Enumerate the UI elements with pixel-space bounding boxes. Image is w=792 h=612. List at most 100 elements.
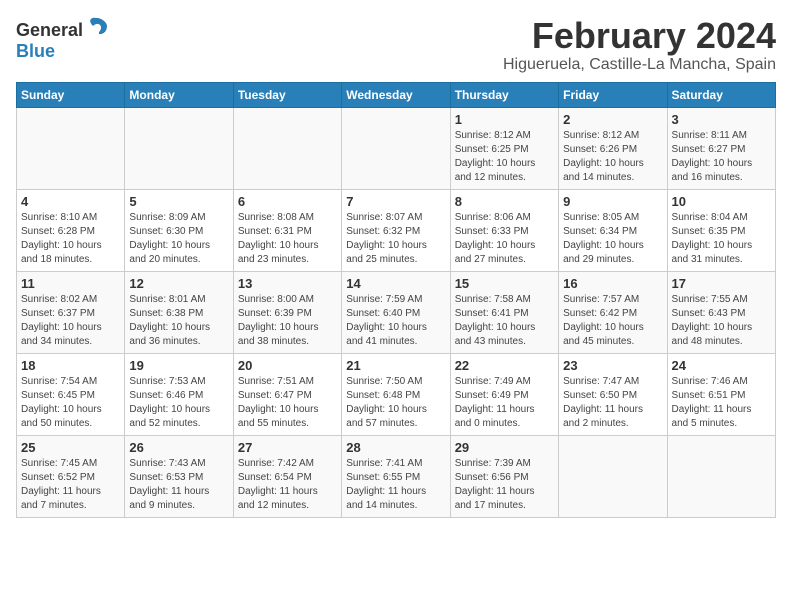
cell-info: Sunrise: 7:58 AM Sunset: 6:41 PM Dayligh… <box>455 293 554 349</box>
calendar-cell: 21 Sunrise: 7:50 AM Sunset: 6:48 PM Dayli… <box>342 353 450 435</box>
calendar-cell: 2 Sunrise: 8:12 AM Sunset: 6:26 PM Daylig… <box>559 107 667 189</box>
day-number: 18 <box>21 358 120 373</box>
header-day-friday: Friday <box>559 82 667 107</box>
calendar-cell <box>125 107 233 189</box>
calendar-cell: 27 Sunrise: 7:42 AM Sunset: 6:54 PM Dayli… <box>233 435 341 517</box>
cell-info: Sunrise: 7:54 AM Sunset: 6:45 PM Dayligh… <box>21 375 120 431</box>
day-number: 22 <box>455 358 554 373</box>
calendar-cell: 7 Sunrise: 8:07 AM Sunset: 6:32 PM Daylig… <box>342 189 450 271</box>
header-day-monday: Monday <box>125 82 233 107</box>
day-number: 14 <box>346 276 445 291</box>
cell-info: Sunrise: 7:47 AM Sunset: 6:50 PM Dayligh… <box>563 375 662 431</box>
calendar-week-row: 4 Sunrise: 8:10 AM Sunset: 6:28 PM Daylig… <box>17 189 776 271</box>
header-day-sunday: Sunday <box>17 82 125 107</box>
day-number: 13 <box>238 276 337 291</box>
header-day-wednesday: Wednesday <box>342 82 450 107</box>
calendar-cell: 22 Sunrise: 7:49 AM Sunset: 6:49 PM Dayli… <box>450 353 558 435</box>
calendar-week-row: 25 Sunrise: 7:45 AM Sunset: 6:52 PM Dayli… <box>17 435 776 517</box>
day-number: 16 <box>563 276 662 291</box>
day-number: 4 <box>21 194 120 209</box>
day-number: 20 <box>238 358 337 373</box>
day-number: 24 <box>672 358 771 373</box>
cell-info: Sunrise: 7:43 AM Sunset: 6:53 PM Dayligh… <box>129 457 228 513</box>
calendar-cell <box>17 107 125 189</box>
day-number: 11 <box>21 276 120 291</box>
calendar-cell: 12 Sunrise: 8:01 AM Sunset: 6:38 PM Dayli… <box>125 271 233 353</box>
cell-info: Sunrise: 8:02 AM Sunset: 6:37 PM Dayligh… <box>21 293 120 349</box>
header: General Blue February 2024 Higueruela, C… <box>16 16 776 74</box>
cell-info: Sunrise: 8:06 AM Sunset: 6:33 PM Dayligh… <box>455 211 554 267</box>
day-number: 7 <box>346 194 445 209</box>
cell-info: Sunrise: 7:42 AM Sunset: 6:54 PM Dayligh… <box>238 457 337 513</box>
calendar-cell <box>559 435 667 517</box>
cell-info: Sunrise: 7:39 AM Sunset: 6:56 PM Dayligh… <box>455 457 554 513</box>
logo-general: General <box>16 20 83 40</box>
calendar-cell: 14Sunrise: 7:59 AM Sunset: 6:40 PM Dayli… <box>342 271 450 353</box>
cell-info: Sunrise: 8:09 AM Sunset: 6:30 PM Dayligh… <box>129 211 228 267</box>
calendar-cell: 18 Sunrise: 7:54 AM Sunset: 6:45 PM Dayli… <box>17 353 125 435</box>
calendar-cell: 28Sunrise: 7:41 AM Sunset: 6:55 PM Dayli… <box>342 435 450 517</box>
day-number: 12 <box>129 276 228 291</box>
calendar-cell: 11 Sunrise: 8:02 AM Sunset: 6:37 PM Dayli… <box>17 271 125 353</box>
calendar-cell: 23 Sunrise: 7:47 AM Sunset: 6:50 PM Dayli… <box>559 353 667 435</box>
cell-info: Sunrise: 8:00 AM Sunset: 6:39 PM Dayligh… <box>238 293 337 349</box>
day-number: 1 <box>455 112 554 127</box>
calendar-cell: 9Sunrise: 8:05 AM Sunset: 6:34 PM Daylig… <box>559 189 667 271</box>
day-number: 2 <box>563 112 662 127</box>
cell-info: Sunrise: 8:12 AM Sunset: 6:25 PM Dayligh… <box>455 129 554 185</box>
logo-text: General Blue <box>16 16 109 62</box>
cell-info: Sunrise: 7:46 AM Sunset: 6:51 PM Dayligh… <box>672 375 771 431</box>
calendar-cell: 13 Sunrise: 8:00 AM Sunset: 6:39 PM Dayli… <box>233 271 341 353</box>
calendar-cell: 3 Sunrise: 8:11 AM Sunset: 6:27 PM Daylig… <box>667 107 775 189</box>
day-number: 25 <box>21 440 120 455</box>
day-number: 8 <box>455 194 554 209</box>
cell-info: Sunrise: 7:50 AM Sunset: 6:48 PM Dayligh… <box>346 375 445 431</box>
cell-info: Sunrise: 8:05 AM Sunset: 6:34 PM Dayligh… <box>563 211 662 267</box>
cell-info: Sunrise: 8:10 AM Sunset: 6:28 PM Dayligh… <box>21 211 120 267</box>
cell-info: Sunrise: 7:45 AM Sunset: 6:52 PM Dayligh… <box>21 457 120 513</box>
calendar-cell: 26 Sunrise: 7:43 AM Sunset: 6:53 PM Dayli… <box>125 435 233 517</box>
cell-info: Sunrise: 8:07 AM Sunset: 6:32 PM Dayligh… <box>346 211 445 267</box>
month-title: February 2024 <box>503 16 776 56</box>
calendar-week-row: 11 Sunrise: 8:02 AM Sunset: 6:37 PM Dayli… <box>17 271 776 353</box>
title-area: February 2024 Higueruela, Castille-La Ma… <box>503 16 776 74</box>
calendar-cell <box>233 107 341 189</box>
day-number: 3 <box>672 112 771 127</box>
calendar-week-row: 1 Sunrise: 8:12 AM Sunset: 6:25 PM Daylig… <box>17 107 776 189</box>
day-number: 19 <box>129 358 228 373</box>
cell-info: Sunrise: 7:49 AM Sunset: 6:49 PM Dayligh… <box>455 375 554 431</box>
calendar-week-row: 18 Sunrise: 7:54 AM Sunset: 6:45 PM Dayli… <box>17 353 776 435</box>
header-day-tuesday: Tuesday <box>233 82 341 107</box>
day-number: 28 <box>346 440 445 455</box>
calendar-cell: 16 Sunrise: 7:57 AM Sunset: 6:42 PM Dayli… <box>559 271 667 353</box>
cell-info: Sunrise: 7:55 AM Sunset: 6:43 PM Dayligh… <box>672 293 771 349</box>
calendar-cell: 24 Sunrise: 7:46 AM Sunset: 6:51 PM Dayli… <box>667 353 775 435</box>
day-number: 5 <box>129 194 228 209</box>
day-number: 6 <box>238 194 337 209</box>
day-number: 23 <box>563 358 662 373</box>
cell-info: Sunrise: 8:08 AM Sunset: 6:31 PM Dayligh… <box>238 211 337 267</box>
cell-info: Sunrise: 7:51 AM Sunset: 6:47 PM Dayligh… <box>238 375 337 431</box>
calendar-cell: 25 Sunrise: 7:45 AM Sunset: 6:52 PM Dayli… <box>17 435 125 517</box>
calendar-cell: 17 Sunrise: 7:55 AM Sunset: 6:43 PM Dayli… <box>667 271 775 353</box>
cell-info: Sunrise: 8:11 AM Sunset: 6:27 PM Dayligh… <box>672 129 771 185</box>
calendar-cell: 4 Sunrise: 8:10 AM Sunset: 6:28 PM Daylig… <box>17 189 125 271</box>
calendar-header-row: SundayMondayTuesdayWednesdayThursdayFrid… <box>17 82 776 107</box>
day-number: 26 <box>129 440 228 455</box>
header-day-thursday: Thursday <box>450 82 558 107</box>
calendar-cell <box>667 435 775 517</box>
location-title: Higueruela, Castille-La Mancha, Spain <box>503 56 776 74</box>
logo-blue: Blue <box>16 41 55 61</box>
day-number: 27 <box>238 440 337 455</box>
day-number: 17 <box>672 276 771 291</box>
calendar-cell: 20 Sunrise: 7:51 AM Sunset: 6:47 PM Dayli… <box>233 353 341 435</box>
day-number: 29 <box>455 440 554 455</box>
calendar-cell: 19Sunrise: 7:53 AM Sunset: 6:46 PM Dayli… <box>125 353 233 435</box>
logo: General Blue <box>16 16 109 62</box>
cell-info: Sunrise: 8:12 AM Sunset: 6:26 PM Dayligh… <box>563 129 662 185</box>
cell-info: Sunrise: 8:01 AM Sunset: 6:38 PM Dayligh… <box>129 293 228 349</box>
day-number: 21 <box>346 358 445 373</box>
cell-info: Sunrise: 7:57 AM Sunset: 6:42 PM Dayligh… <box>563 293 662 349</box>
calendar-cell: 15Sunrise: 7:58 AM Sunset: 6:41 PM Dayli… <box>450 271 558 353</box>
calendar-cell: 10Sunrise: 8:04 AM Sunset: 6:35 PM Dayli… <box>667 189 775 271</box>
